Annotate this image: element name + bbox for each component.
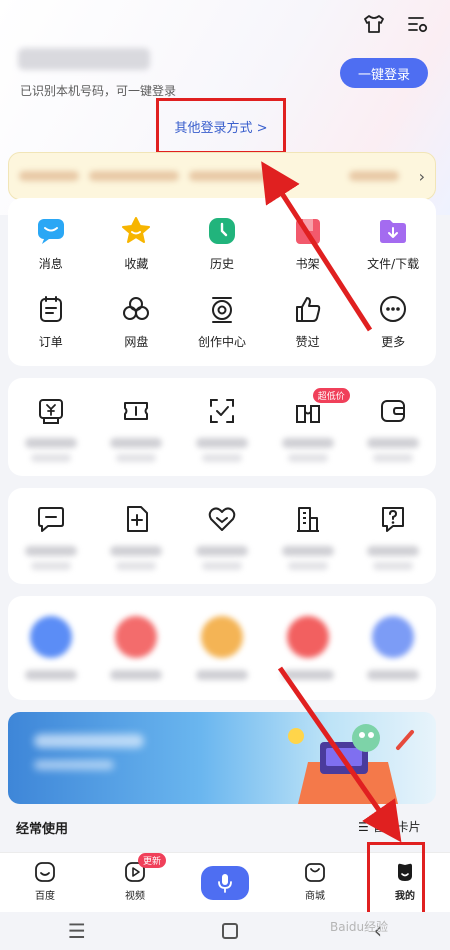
recent-apps-icon[interactable]: ☰ xyxy=(68,919,86,943)
arrow-to-mine-tab xyxy=(277,666,402,843)
annotation-arrows xyxy=(261,161,402,843)
arrow-to-other-login xyxy=(261,161,373,332)
home-icon[interactable] xyxy=(221,923,238,939)
watermark: Baidu经验 xyxy=(330,920,389,934)
